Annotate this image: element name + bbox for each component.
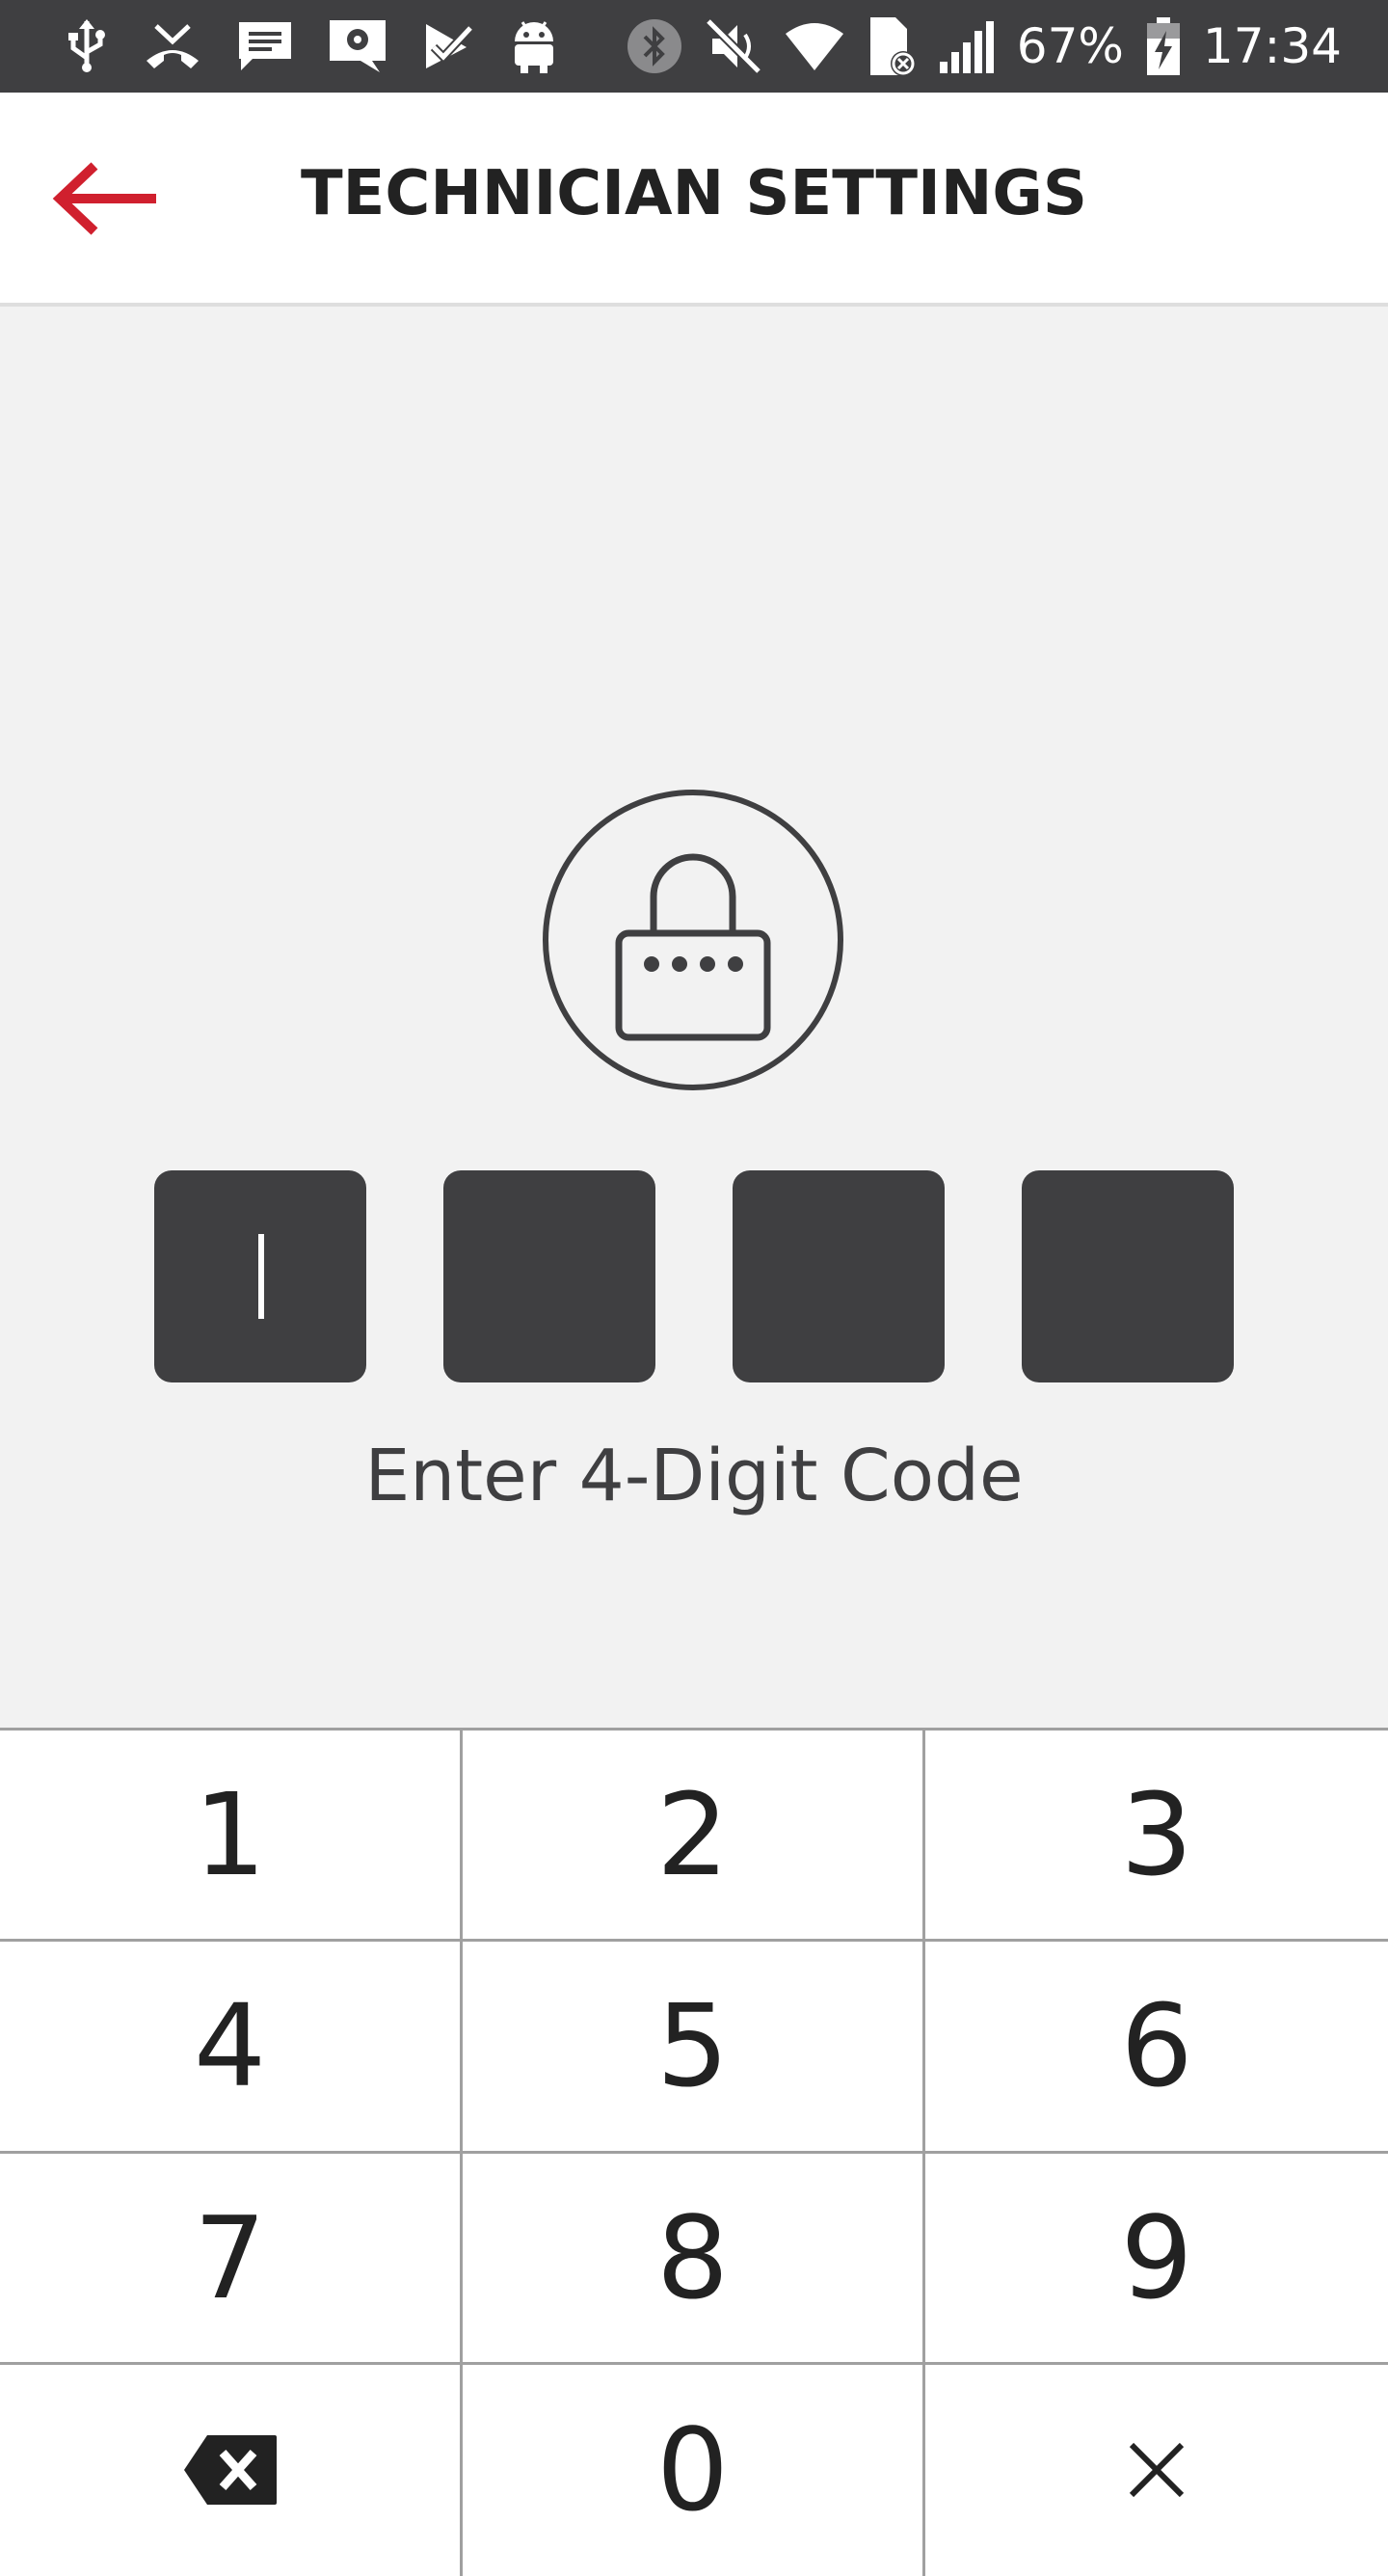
battery-charging-icon [1145, 17, 1182, 75]
system-icons: 67% 17:34 [604, 15, 1342, 77]
pin-input-row [154, 1170, 1234, 1382]
signal-icon [938, 19, 996, 73]
bluetooth-icon [626, 17, 683, 75]
page-title: TECHNICIAN SETTINGS [300, 158, 1088, 229]
pin-prompt: Enter 4-Digit Code [364, 1435, 1024, 1517]
key-4[interactable]: 4 [0, 1942, 463, 2154]
numeric-keypad: 1 2 3 4 5 6 7 8 9 0 [0, 1728, 1388, 2576]
sim-error-icon [867, 15, 917, 77]
clock: 17:34 [1202, 18, 1342, 74]
key-8[interactable]: 8 [463, 2153, 925, 2365]
battery-percentage: 67% [1016, 18, 1124, 74]
pin-digit-2[interactable] [443, 1170, 655, 1382]
key-3[interactable]: 3 [925, 1731, 1388, 1943]
usb-icon [66, 19, 108, 73]
message-icon [237, 20, 293, 72]
settings-message-icon [328, 18, 387, 74]
pin-digit-1[interactable] [154, 1170, 366, 1382]
status-bar: 67% 17:34 [0, 0, 1388, 93]
key-5[interactable]: 5 [463, 1942, 925, 2154]
backspace-button[interactable] [0, 2364, 463, 2576]
key-0[interactable]: 0 [463, 2364, 925, 2576]
wifi-icon [784, 20, 845, 72]
pin-digit-3[interactable] [733, 1170, 945, 1382]
key-1[interactable]: 1 [0, 1731, 463, 1943]
clear-button[interactable] [925, 2364, 1388, 2576]
close-icon [1129, 2443, 1185, 2498]
pin-digit-4[interactable] [1022, 1170, 1234, 1382]
text-cursor [258, 1234, 264, 1319]
mute-icon [705, 17, 762, 75]
screen: 67% 17:34 TECHNICIAN SETTINGS Enter 4-Di… [0, 0, 1388, 2576]
android-icon [509, 18, 559, 74]
missed-call-icon [143, 22, 202, 70]
app-header: TECHNICIAN SETTINGS [0, 93, 1388, 307]
backspace-icon [183, 2435, 277, 2506]
key-6[interactable]: 6 [925, 1942, 1388, 2154]
key-9[interactable]: 9 [925, 2153, 1388, 2365]
notification-icons [66, 18, 594, 74]
key-7[interactable]: 7 [0, 2153, 463, 2365]
lock-icon [542, 789, 844, 1091]
key-2[interactable]: 2 [463, 1731, 925, 1943]
check-icon [422, 20, 474, 72]
